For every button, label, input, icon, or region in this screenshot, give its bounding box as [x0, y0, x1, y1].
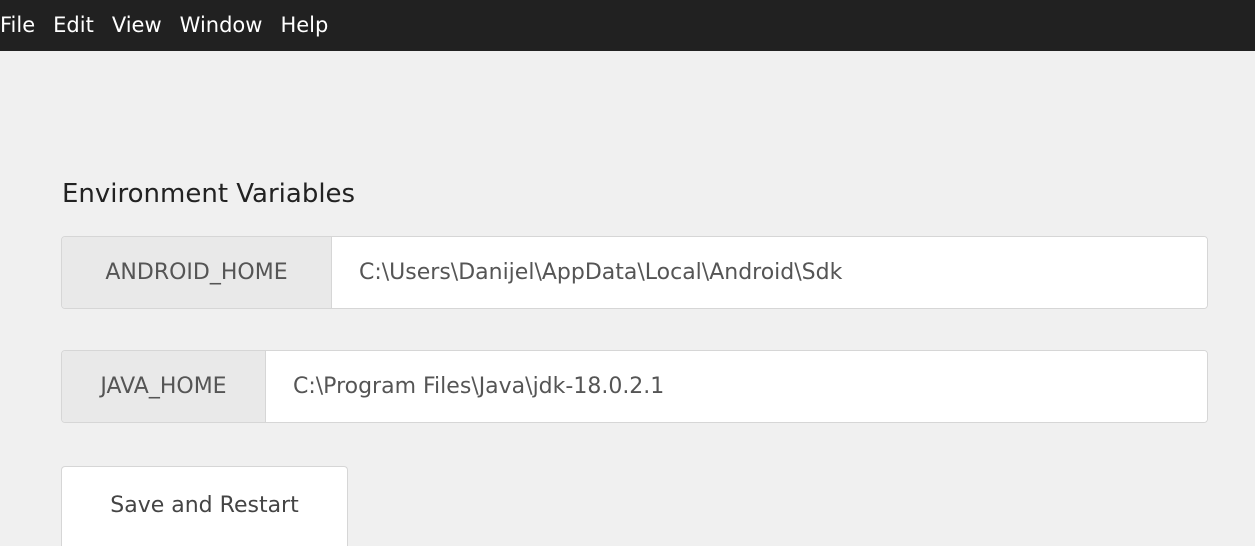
section-title: Environment Variables — [62, 179, 356, 209]
menu-bar: File Edit View Window Help — [0, 0, 1255, 51]
android-home-label: ANDROID_HOME — [62, 237, 332, 308]
menu-window[interactable]: Window — [171, 0, 272, 51]
android-home-input[interactable] — [332, 237, 1207, 308]
menu-help[interactable]: Help — [271, 0, 337, 51]
menu-edit[interactable]: Edit — [44, 0, 103, 51]
java-home-label: JAVA_HOME — [62, 351, 266, 422]
android-home-group: ANDROID_HOME — [61, 236, 1208, 309]
java-home-input[interactable] — [266, 351, 1207, 422]
java-home-group: JAVA_HOME — [61, 350, 1208, 423]
menu-file[interactable]: File — [0, 0, 44, 51]
save-and-restart-button[interactable]: Save and Restart — [61, 466, 348, 546]
settings-panel: Environment Variables ANDROID_HOME JAVA_… — [0, 51, 1255, 546]
menu-view[interactable]: View — [103, 0, 171, 51]
